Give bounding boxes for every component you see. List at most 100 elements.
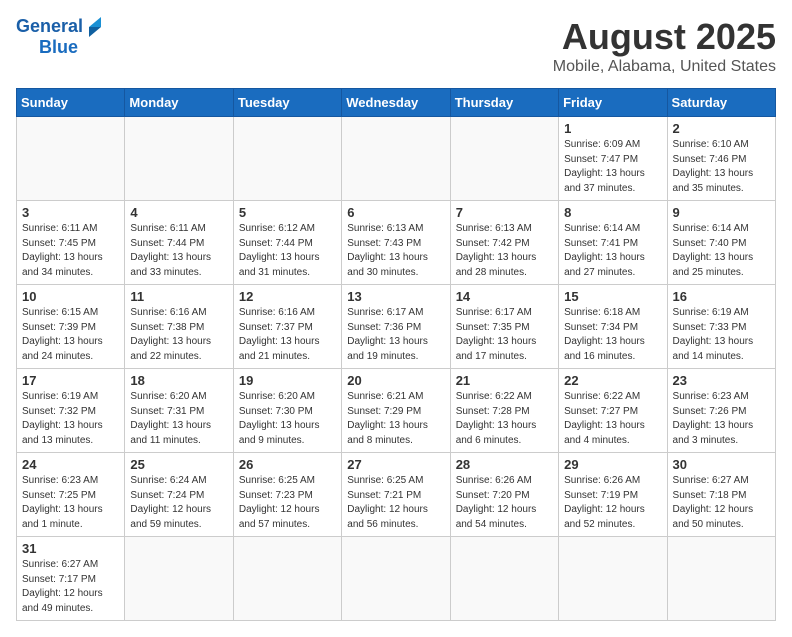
day-number: 9 <box>673 205 770 220</box>
day-number: 2 <box>673 121 770 136</box>
calendar-cell: 9 Sunrise: 6:14 AM Sunset: 7:40 PM Daylig… <box>667 201 775 285</box>
weekday-header-sunday: Sunday <box>17 89 125 117</box>
calendar-cell <box>17 117 125 201</box>
calendar-cell: 14 Sunrise: 6:17 AM Sunset: 7:35 PM Dayli… <box>450 285 558 369</box>
weekday-header-tuesday: Tuesday <box>233 89 341 117</box>
day-number: 25 <box>130 457 227 472</box>
day-info: Sunrise: 6:09 AM Sunset: 7:47 PM Dayligh… <box>564 138 661 196</box>
day-info: Sunrise: 6:16 AM Sunset: 7:38 PM Dayligh… <box>130 306 227 364</box>
day-info: Sunrise: 6:27 AM Sunset: 7:18 PM Dayligh… <box>673 474 770 532</box>
day-number: 29 <box>564 457 661 472</box>
calendar-week-5: 24Sunrise: 6:23 AM Sunset: 7:25 PM Dayli… <box>17 453 776 537</box>
calendar-cell <box>342 537 450 621</box>
day-info: Sunrise: 6:17 AM Sunset: 7:36 PM Dayligh… <box>347 306 444 364</box>
calendar-week-6: 31Sunrise: 6:27 AM Sunset: 7:17 PM Dayli… <box>17 537 776 621</box>
calendar-cell: 25 Sunrise: 6:24 AM Sunset: 7:24 PM Dayli… <box>125 453 233 537</box>
title-block: August 2025 Mobile, Alabama, United Stat… <box>553 16 776 76</box>
calendar-cell <box>450 117 558 201</box>
calendar-cell: 12Sunrise: 6:16 AM Sunset: 7:37 PM Dayli… <box>233 285 341 369</box>
logo-blue: Blue <box>39 37 78 58</box>
day-number: 19 <box>239 373 336 388</box>
day-info: Sunrise: 6:18 AM Sunset: 7:34 PM Dayligh… <box>564 306 661 364</box>
calendar-cell: 31Sunrise: 6:27 AM Sunset: 7:17 PM Dayli… <box>17 537 125 621</box>
calendar-cell <box>667 537 775 621</box>
day-number: 3 <box>22 205 119 220</box>
calendar-cell: 20 Sunrise: 6:21 AM Sunset: 7:29 PM Dayli… <box>342 369 450 453</box>
day-number: 7 <box>456 205 553 220</box>
calendar-cell <box>559 537 667 621</box>
calendar-cell: 8 Sunrise: 6:14 AM Sunset: 7:41 PM Daylig… <box>559 201 667 285</box>
day-number: 17 <box>22 373 119 388</box>
weekday-header-saturday: Saturday <box>667 89 775 117</box>
calendar-cell <box>125 537 233 621</box>
day-number: 20 <box>347 373 444 388</box>
day-info: Sunrise: 6:23 AM Sunset: 7:26 PM Dayligh… <box>673 390 770 448</box>
weekday-header-monday: Monday <box>125 89 233 117</box>
calendar-week-1: 1Sunrise: 6:09 AM Sunset: 7:47 PM Daylig… <box>17 117 776 201</box>
day-number: 26 <box>239 457 336 472</box>
day-number: 16 <box>673 289 770 304</box>
calendar-cell: 17 Sunrise: 6:19 AM Sunset: 7:32 PM Dayli… <box>17 369 125 453</box>
calendar-cell: 13 Sunrise: 6:17 AM Sunset: 7:36 PM Dayli… <box>342 285 450 369</box>
calendar-week-4: 17 Sunrise: 6:19 AM Sunset: 7:32 PM Dayli… <box>17 369 776 453</box>
calendar-week-3: 10 Sunrise: 6:15 AM Sunset: 7:39 PM Dayli… <box>17 285 776 369</box>
day-info: Sunrise: 6:24 AM Sunset: 7:24 PM Dayligh… <box>130 474 227 532</box>
day-number: 13 <box>347 289 444 304</box>
logo-general: General <box>16 16 83 37</box>
calendar-header-row: SundayMondayTuesdayWednesdayThursdayFrid… <box>17 89 776 117</box>
calendar-cell: 28Sunrise: 6:26 AM Sunset: 7:20 PM Dayli… <box>450 453 558 537</box>
calendar-cell: 15Sunrise: 6:18 AM Sunset: 7:34 PM Dayli… <box>559 285 667 369</box>
day-number: 14 <box>456 289 553 304</box>
calendar-cell: 22Sunrise: 6:22 AM Sunset: 7:27 PM Dayli… <box>559 369 667 453</box>
day-info: Sunrise: 6:17 AM Sunset: 7:35 PM Dayligh… <box>456 306 553 364</box>
day-info: Sunrise: 6:27 AM Sunset: 7:17 PM Dayligh… <box>22 558 119 616</box>
logo: General Blue <box>16 16 101 58</box>
day-number: 5 <box>239 205 336 220</box>
day-info: Sunrise: 6:22 AM Sunset: 7:28 PM Dayligh… <box>456 390 553 448</box>
calendar-cell: 1Sunrise: 6:09 AM Sunset: 7:47 PM Daylig… <box>559 117 667 201</box>
calendar-cell: 2 Sunrise: 6:10 AM Sunset: 7:46 PM Daylig… <box>667 117 775 201</box>
calendar-cell: 4 Sunrise: 6:11 AM Sunset: 7:44 PM Daylig… <box>125 201 233 285</box>
day-number: 21 <box>456 373 553 388</box>
day-info: Sunrise: 6:11 AM Sunset: 7:45 PM Dayligh… <box>22 222 119 280</box>
weekday-header-wednesday: Wednesday <box>342 89 450 117</box>
calendar-table: SundayMondayTuesdayWednesdayThursdayFrid… <box>16 88 776 621</box>
calendar-cell: 29Sunrise: 6:26 AM Sunset: 7:19 PM Dayli… <box>559 453 667 537</box>
calendar-cell: 7Sunrise: 6:13 AM Sunset: 7:42 PM Daylig… <box>450 201 558 285</box>
day-info: Sunrise: 6:20 AM Sunset: 7:31 PM Dayligh… <box>130 390 227 448</box>
day-info: Sunrise: 6:25 AM Sunset: 7:21 PM Dayligh… <box>347 474 444 532</box>
day-info: Sunrise: 6:15 AM Sunset: 7:39 PM Dayligh… <box>22 306 119 364</box>
day-info: Sunrise: 6:16 AM Sunset: 7:37 PM Dayligh… <box>239 306 336 364</box>
month-title: August 2025 <box>553 16 776 58</box>
calendar-cell: 23 Sunrise: 6:23 AM Sunset: 7:26 PM Dayli… <box>667 369 775 453</box>
calendar-week-2: 3 Sunrise: 6:11 AM Sunset: 7:45 PM Daylig… <box>17 201 776 285</box>
calendar-cell: 24Sunrise: 6:23 AM Sunset: 7:25 PM Dayli… <box>17 453 125 537</box>
calendar-cell: 3 Sunrise: 6:11 AM Sunset: 7:45 PM Daylig… <box>17 201 125 285</box>
day-number: 28 <box>456 457 553 472</box>
day-info: Sunrise: 6:14 AM Sunset: 7:41 PM Dayligh… <box>564 222 661 280</box>
day-info: Sunrise: 6:21 AM Sunset: 7:29 PM Dayligh… <box>347 390 444 448</box>
page-header: General Blue August 2025 Mobile, Alabama… <box>16 16 776 76</box>
day-number: 8 <box>564 205 661 220</box>
calendar-cell: 5Sunrise: 6:12 AM Sunset: 7:44 PM Daylig… <box>233 201 341 285</box>
day-number: 10 <box>22 289 119 304</box>
calendar-cell: 6Sunrise: 6:13 AM Sunset: 7:43 PM Daylig… <box>342 201 450 285</box>
day-info: Sunrise: 6:22 AM Sunset: 7:27 PM Dayligh… <box>564 390 661 448</box>
calendar-cell: 26 Sunrise: 6:25 AM Sunset: 7:23 PM Dayli… <box>233 453 341 537</box>
calendar-cell <box>450 537 558 621</box>
day-info: Sunrise: 6:10 AM Sunset: 7:46 PM Dayligh… <box>673 138 770 196</box>
day-info: Sunrise: 6:25 AM Sunset: 7:23 PM Dayligh… <box>239 474 336 532</box>
day-number: 23 <box>673 373 770 388</box>
calendar-cell <box>342 117 450 201</box>
day-info: Sunrise: 6:14 AM Sunset: 7:40 PM Dayligh… <box>673 222 770 280</box>
day-info: Sunrise: 6:19 AM Sunset: 7:32 PM Dayligh… <box>22 390 119 448</box>
day-number: 30 <box>673 457 770 472</box>
day-number: 4 <box>130 205 227 220</box>
weekday-header-friday: Friday <box>559 89 667 117</box>
weekday-header-thursday: Thursday <box>450 89 558 117</box>
calendar-cell <box>233 117 341 201</box>
day-info: Sunrise: 6:20 AM Sunset: 7:30 PM Dayligh… <box>239 390 336 448</box>
day-info: Sunrise: 6:19 AM Sunset: 7:33 PM Dayligh… <box>673 306 770 364</box>
calendar-cell <box>233 537 341 621</box>
day-info: Sunrise: 6:11 AM Sunset: 7:44 PM Dayligh… <box>130 222 227 280</box>
